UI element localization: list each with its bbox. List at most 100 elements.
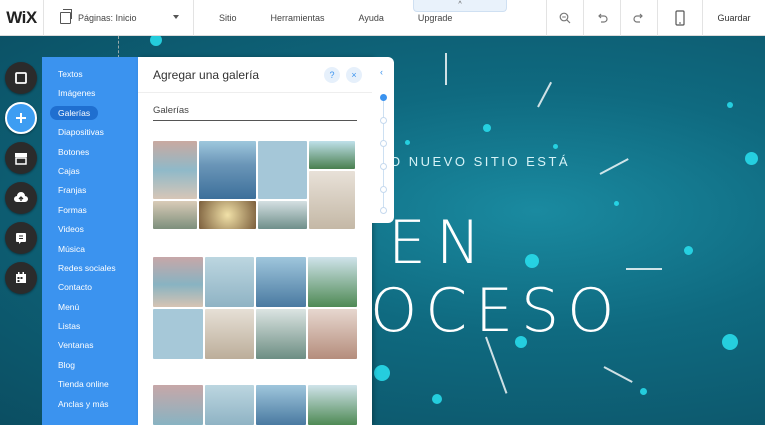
gallery-thumb: [256, 309, 306, 359]
category-anclas[interactable]: Anclas y más: [42, 395, 138, 414]
navigator-node[interactable]: [380, 140, 387, 147]
guide-line: [118, 36, 119, 58]
category-label: Galerías: [50, 105, 99, 120]
add-icon: [16, 113, 26, 123]
collapse-topbar-tab[interactable]: ^: [413, 0, 507, 12]
menu-sitio[interactable]: Sitio: [202, 0, 254, 36]
gallery-thumb: [204, 385, 254, 425]
gallery-thumb: [153, 141, 197, 199]
gallery-preset-grid[interactable]: [153, 257, 357, 359]
category-label: Diapositivas: [58, 127, 104, 138]
category-label: Botones: [58, 146, 90, 157]
undo-button[interactable]: [583, 0, 620, 36]
gallery-thumb: [307, 257, 357, 307]
gallery-thumb: [256, 257, 306, 307]
category-label: Formas: [58, 204, 87, 215]
category-label: Textos: [58, 69, 83, 79]
menu-ayuda[interactable]: Ayuda: [342, 0, 401, 36]
close-button[interactable]: ×: [346, 67, 362, 83]
gallery-thumb: [309, 171, 355, 229]
background-button[interactable]: [5, 62, 37, 94]
category-textos[interactable]: Textos: [42, 65, 138, 84]
menu-herramientas[interactable]: Herramientas: [254, 0, 342, 36]
category-label: Contacto: [58, 282, 93, 293]
category-label: Tienda online: [58, 379, 109, 390]
particle: [640, 388, 647, 395]
category-label: Redes sociales: [58, 262, 116, 273]
gallery-thumb: [153, 201, 197, 229]
navigator-node[interactable]: [380, 207, 387, 214]
category-ventanas[interactable]: Ventanas: [42, 336, 138, 355]
add-gallery-panel: Agregar una galería ? × Galerías: [138, 57, 372, 425]
upload-button[interactable]: [5, 182, 37, 214]
blog-button[interactable]: [5, 222, 37, 254]
gallery-thumb: [153, 257, 203, 307]
collapse-panel-button[interactable]: ‹: [380, 67, 383, 77]
light-ray: [603, 366, 633, 383]
category-label: Menú: [58, 301, 80, 312]
app-market-icon: [15, 153, 27, 165]
category-imagenes[interactable]: Imágenes: [42, 84, 138, 103]
site-subtitle[interactable]: O NUEVO SITIO ESTÁ: [390, 154, 570, 169]
gallery-thumb: [153, 385, 203, 425]
navigator-node[interactable]: [380, 117, 387, 124]
category-menu[interactable]: Menú: [42, 298, 138, 317]
category-redes-sociales[interactable]: Redes sociales: [42, 259, 138, 278]
navigator-node[interactable]: [380, 186, 387, 193]
site-heading-line2[interactable]: OCESO: [370, 276, 622, 346]
particle: [374, 365, 390, 381]
category-blog[interactable]: Blog: [42, 356, 138, 375]
mobile-view-button[interactable]: [657, 0, 703, 36]
add-button[interactable]: [5, 102, 37, 134]
chevron-down-icon: [173, 14, 179, 19]
particle: [432, 394, 442, 404]
upload-icon: [14, 192, 28, 202]
app-market-button[interactable]: [5, 142, 37, 174]
gallery-thumb: [307, 385, 357, 425]
wix-logo[interactable]: WiX: [0, 0, 44, 36]
bookings-button[interactable]: [5, 262, 37, 294]
category-label: Franjas: [58, 185, 87, 196]
category-label: Imágenes: [58, 88, 96, 99]
gallery-preset-grid[interactable]: [153, 141, 357, 231]
site-heading-line1[interactable]: EN: [388, 208, 491, 278]
particle: [745, 152, 758, 165]
help-button[interactable]: ?: [324, 67, 340, 83]
gallery-thumb: [204, 257, 254, 307]
category-musica[interactable]: Música: [42, 240, 138, 259]
category-label: Listas: [58, 321, 81, 332]
category-galerias[interactable]: Galerías: [42, 104, 138, 123]
gallery-thumb: [307, 309, 357, 359]
category-listas[interactable]: Listas: [42, 317, 138, 336]
section-navigator: ‹: [372, 57, 394, 223]
category-contacto[interactable]: Contacto: [42, 278, 138, 297]
redo-button[interactable]: [620, 0, 657, 36]
section-divider: [153, 120, 357, 121]
gallery-preset-grid[interactable]: [153, 385, 357, 425]
category-cajas[interactable]: Cajas: [42, 162, 138, 181]
save-button[interactable]: Guardar: [703, 0, 765, 36]
particle: [525, 254, 539, 268]
category-botones[interactable]: Botones: [42, 143, 138, 162]
category-label: Ventanas: [58, 340, 94, 351]
category-franjas[interactable]: Franjas: [42, 181, 138, 200]
page-selector[interactable]: Páginas: Inicio: [44, 0, 194, 36]
mobile-icon: [675, 10, 685, 26]
gallery-thumb: [204, 309, 254, 359]
particle: [483, 124, 491, 132]
category-label: Música: [58, 243, 85, 254]
redo-icon: [633, 13, 643, 23]
zoom-button[interactable]: [546, 0, 583, 36]
category-diapositivas[interactable]: Diapositivas: [42, 123, 138, 142]
particle: [722, 334, 738, 350]
particle: [727, 102, 733, 108]
particle: [405, 140, 410, 145]
category-formas[interactable]: Formas: [42, 201, 138, 220]
navigator-node[interactable]: [380, 94, 387, 101]
particle: [614, 201, 619, 206]
panel-header: Agregar una galería ? ×: [138, 57, 372, 93]
navigator-node[interactable]: [380, 163, 387, 170]
category-tienda-online[interactable]: Tienda online: [42, 375, 138, 394]
panel-title: Agregar una galería: [153, 67, 260, 82]
category-videos[interactable]: Videos: [42, 220, 138, 239]
